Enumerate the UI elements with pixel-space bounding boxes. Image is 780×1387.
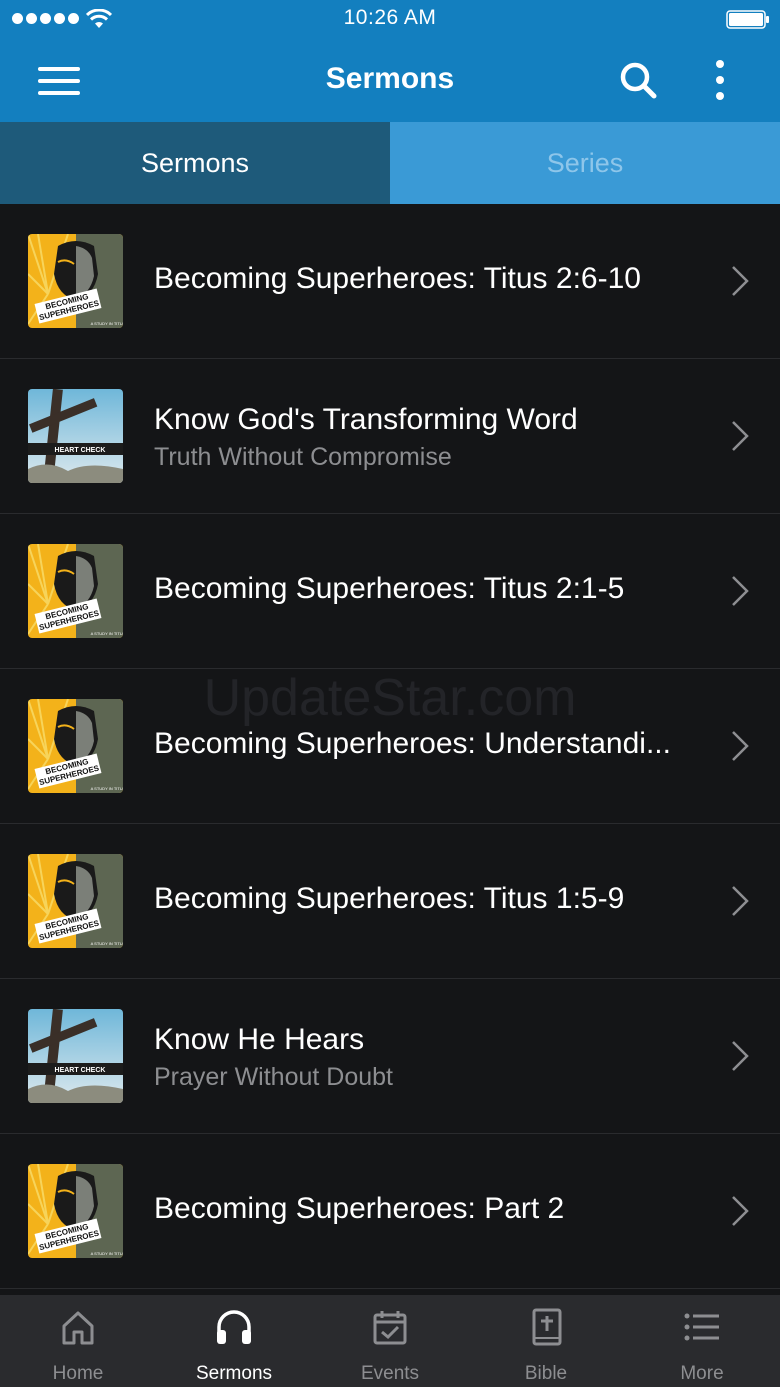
sermon-series-subtitle: Prayer Without Doubt: [154, 1063, 393, 1091]
chevron-right-icon: [732, 1196, 749, 1226]
tabbar-sermons-label: Sermons: [195, 1363, 273, 1384]
tabbar-home-label: Home: [52, 1363, 104, 1384]
sermon-thumbnail-superheroes: BECOMING SUPERHEROES A STUDY IN TITUS: [28, 544, 123, 638]
sermon-title: Becoming Superheroes: Understandi...: [154, 727, 671, 760]
tab-series[interactable]: Series: [390, 122, 780, 204]
page-title: Sermons: [325, 62, 455, 95]
sermon-row[interactable]: BECOMING SUPERHEROES A STUDY IN TITUS Be…: [0, 514, 780, 669]
sermon-row[interactable]: BECOMING SUPERHEROES A STUDY IN TITUS Be…: [0, 204, 780, 359]
sermon-title: Becoming Superheroes: Titus 2:1-5: [154, 572, 625, 605]
svg-text:A STUDY IN TITUS: A STUDY IN TITUS: [91, 941, 123, 946]
chevron-right-icon: [732, 1041, 749, 1071]
tabbar-bible[interactable]: Bible: [468, 1295, 624, 1387]
sermon-thumbnail-heart-check: HEART CHECK: [28, 389, 123, 483]
bible-icon: [532, 1308, 562, 1346]
sermon-thumbnail-superheroes: BECOMING SUPERHEROES A STUDY IN TITUS: [28, 234, 123, 328]
sermon-title: Becoming Superheroes: Titus 1:5-9: [154, 882, 625, 915]
sermon-title: Becoming Superheroes: Part 2: [154, 1192, 565, 1225]
sermon-list: BECOMING SUPERHEROES A STUDY IN TITUS Be…: [0, 204, 780, 1289]
nav-bar: Sermons: [0, 40, 780, 122]
status-time: 10:26 AM: [343, 6, 437, 29]
more-options-icon[interactable]: [712, 58, 728, 102]
calendar-check-icon: [373, 1311, 407, 1345]
sermon-thumbnail-superheroes: BECOMING SUPERHEROES A STUDY IN TITUS: [28, 1164, 123, 1258]
sermon-title: Know He Hears: [154, 1023, 365, 1056]
chevron-right-icon: [732, 576, 749, 606]
sermon-series-subtitle: Truth Without Compromise: [154, 443, 452, 471]
tab-sermons[interactable]: Sermons: [0, 122, 390, 204]
chevron-right-icon: [732, 886, 749, 916]
sermon-row[interactable]: HEART CHECK Know He Hears Prayer Without …: [0, 979, 780, 1134]
sermon-title: Becoming Superheroes: Titus 2:6-10: [154, 262, 641, 295]
status-bar: 10:26 AM: [0, 0, 780, 40]
tabbar-more-label: More: [680, 1363, 724, 1384]
tabbar-events-label: Events: [360, 1363, 420, 1384]
battery-icon: [726, 10, 769, 29]
svg-text:HEART CHECK: HEART CHECK: [55, 447, 106, 454]
svg-text:HEART CHECK: HEART CHECK: [55, 1067, 106, 1074]
home-icon: [62, 1311, 94, 1345]
sermon-row[interactable]: BECOMING SUPERHEROES A STUDY IN TITUS Be…: [0, 1134, 780, 1289]
chevron-right-icon: [732, 421, 749, 451]
sermon-thumbnail-superheroes: BECOMING SUPERHEROES A STUDY IN TITUS: [28, 854, 123, 948]
bottom-tab-bar: Home Sermons Events Bible More: [0, 1295, 780, 1387]
sermon-row[interactable]: HEART CHECK Know God's Transforming Word…: [0, 359, 780, 514]
tabbar-more[interactable]: More: [624, 1295, 780, 1387]
headphones-icon: [217, 1310, 251, 1344]
sermon-row[interactable]: BECOMING SUPERHEROES A STUDY IN TITUS Be…: [0, 824, 780, 979]
svg-text:A STUDY IN TITUS: A STUDY IN TITUS: [91, 321, 123, 326]
list-icon: [684, 1313, 719, 1341]
sermon-thumbnail-superheroes: BECOMING SUPERHEROES A STUDY IN TITUS: [28, 699, 123, 793]
tabbar-bible-label: Bible: [524, 1363, 568, 1384]
svg-text:A STUDY IN TITUS: A STUDY IN TITUS: [91, 631, 123, 636]
segment-tabs: Sermons Series: [0, 122, 780, 204]
tabbar-events[interactable]: Events: [312, 1295, 468, 1387]
sermon-title: Know God's Transforming Word: [154, 403, 578, 436]
sermon-row[interactable]: BECOMING SUPERHEROES A STUDY IN TITUS Be…: [0, 669, 780, 824]
search-icon[interactable]: [618, 60, 658, 100]
sermon-thumbnail-heart-check: HEART CHECK: [28, 1009, 123, 1103]
tabbar-home[interactable]: Home: [0, 1295, 156, 1387]
svg-text:A STUDY IN TITUS: A STUDY IN TITUS: [91, 1251, 123, 1256]
tabbar-sermons[interactable]: Sermons: [156, 1295, 312, 1387]
svg-text:A STUDY IN TITUS: A STUDY IN TITUS: [91, 786, 123, 791]
chevron-right-icon: [732, 731, 749, 761]
chevron-right-icon: [732, 266, 749, 296]
